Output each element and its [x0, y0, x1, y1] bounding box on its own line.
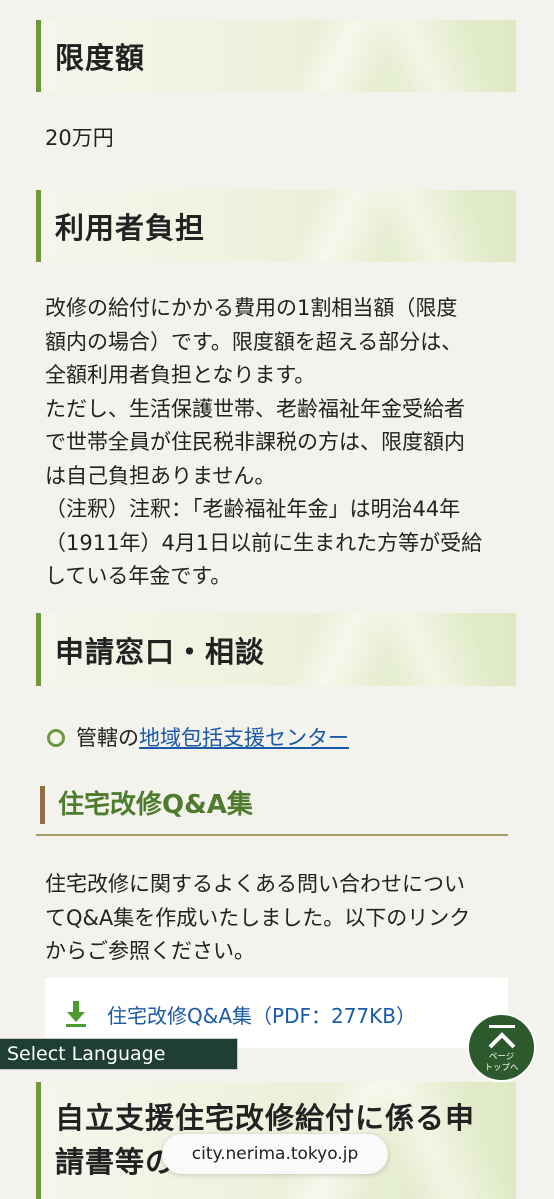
chevron-up-icon: [488, 1025, 516, 1049]
qa-text: 住宅改修に関するよくある問い合わせについ てQ&A集を作成いたしました。以下のリ…: [45, 868, 515, 969]
page-top-button[interactable]: ページ トップへ: [467, 1013, 536, 1082]
contact-item: 管轄の地域包括支援センター: [76, 722, 516, 756]
qa-pdf-link[interactable]: 住宅改修Q&A集（PDF：277KB）: [107, 1000, 416, 1029]
burden-line: （1911年）4月1日以前に生まれた方等が受給: [45, 530, 483, 555]
burden-line: 改修の給付にかかる費用の1割相当額（限度: [45, 296, 458, 320]
page: 限度額 20万円 利用者負担 改修の給付にかかる費用の1割相当額（限度 額内の場…: [0, 0, 554, 1199]
burden-line: している年金です。: [45, 564, 232, 588]
bullet-ring-icon: [47, 729, 65, 747]
qa-line: 住宅改修に関するよくある問い合わせについ: [45, 872, 465, 896]
burden-text: 改修の給付にかかる費用の1割相当額（限度 額内の場合）です。限度額を超える部分は…: [45, 292, 515, 594]
select-language-button[interactable]: Select Language: [0, 1038, 238, 1070]
heading-burden: 利用者負担: [36, 190, 516, 262]
heading-contact: 申請窓口・相談: [36, 613, 516, 686]
heading-contact-text: 申請窓口・相談: [55, 634, 266, 669]
burden-line: ただし、生活保護世帯、老齢福祉年金受給者: [45, 396, 465, 421]
heading-limit-text: 限度額: [55, 41, 146, 75]
browser-url-bar[interactable]: city.nerima.tokyo.jp: [162, 1134, 388, 1174]
heading-burden-text: 利用者負担: [55, 211, 206, 245]
burden-line: 額内の場合）です。限度額を超える部分は、: [45, 329, 463, 354]
regional-support-center-link[interactable]: 地域包括支援センター: [139, 726, 349, 750]
burden-line: （注釈）注釈：「老齢福祉年金」は明治44年: [45, 497, 461, 521]
heading-qa-bar: [40, 786, 45, 824]
page-top-label: ページ トップへ: [484, 1052, 519, 1073]
contact-prefix: 管轄の: [76, 726, 139, 750]
burden-line: で世帯全員が住民税非課税の方は、限度額内: [45, 430, 465, 454]
limit-amount: 20万円: [45, 126, 114, 150]
burden-line: 全額利用者負担となります。: [45, 363, 316, 387]
heading-limit: 限度額: [36, 20, 516, 92]
heading-qa: 住宅改修Q&A集: [36, 772, 508, 836]
qa-line: からご参照ください。: [45, 939, 255, 963]
download-icon: [66, 1001, 86, 1027]
heading-qa-text: 住宅改修Q&A集: [58, 790, 253, 820]
burden-line: は自己負担ありません。: [45, 463, 276, 488]
qa-line: てQ&A集を作成いたしました。以下のリンク: [45, 905, 471, 930]
